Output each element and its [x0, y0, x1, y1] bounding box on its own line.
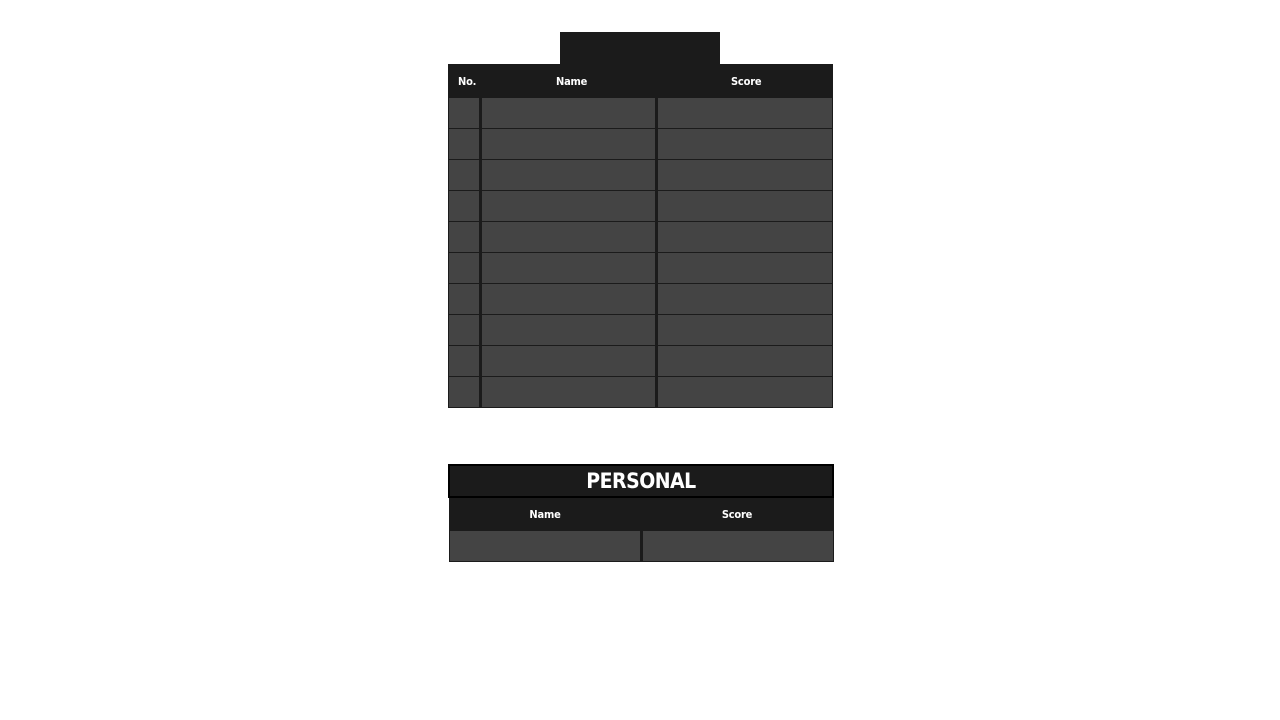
name-cell: [480, 283, 658, 315]
name-cell: [480, 314, 658, 346]
name-cell: [480, 376, 658, 408]
personal-title: PERSONAL: [447, 464, 835, 498]
name-cell: [480, 190, 658, 222]
score-cell: [656, 97, 833, 129]
leaderboard-table: No. Name Score: [448, 64, 833, 408]
score-cell: [656, 190, 833, 222]
rank-cell: [448, 345, 482, 377]
score-cell: [656, 128, 833, 160]
personal-column-header-name: Name: [448, 496, 642, 531]
leaderboard-title-tab: [560, 32, 720, 64]
table-row: [448, 221, 833, 253]
name-cell: [480, 221, 658, 253]
name-cell: [480, 345, 658, 377]
score-cell: [656, 159, 833, 191]
name-cell: [480, 128, 658, 160]
page: No. Name Score PERSONAL Name Score: [0, 0, 1280, 720]
column-header-score: Score: [656, 64, 833, 98]
score-cell: [656, 314, 833, 346]
personal-name-cell: [448, 530, 643, 562]
score-cell: [656, 283, 833, 315]
personal-score-cell: [640, 530, 834, 562]
rank-cell: [448, 128, 482, 160]
score-cell: [656, 221, 833, 253]
name-cell: [480, 159, 658, 191]
personal-header-row: Name Score: [448, 496, 834, 531]
rank-cell: [448, 314, 482, 346]
table-row: [448, 190, 833, 222]
rank-cell: [448, 97, 482, 129]
table-row: [448, 252, 833, 284]
column-header-name: Name: [480, 64, 657, 98]
table-row: [448, 376, 833, 408]
name-cell: [480, 97, 658, 129]
name-cell: [480, 252, 658, 284]
score-cell: [656, 252, 833, 284]
personal-row: [448, 530, 834, 562]
table-row: [448, 283, 833, 315]
leaderboard-body: [448, 97, 833, 408]
rank-cell: [448, 283, 482, 315]
rank-cell: [448, 159, 482, 191]
rank-cell: [448, 376, 482, 408]
score-cell: [656, 376, 833, 408]
score-cell: [656, 345, 833, 377]
table-row: [448, 128, 833, 160]
rank-cell: [448, 221, 482, 253]
table-row: [448, 314, 833, 346]
personal-column-header-score: Score: [640, 496, 834, 531]
table-row: [448, 97, 833, 129]
column-header-no: No.: [448, 64, 481, 98]
personal-table: PERSONAL Name Score: [447, 464, 835, 562]
table-row: [448, 345, 833, 377]
leaderboard-header-row: No. Name Score: [448, 64, 833, 98]
table-row: [448, 159, 833, 191]
rank-cell: [448, 190, 482, 222]
rank-cell: [448, 252, 482, 284]
